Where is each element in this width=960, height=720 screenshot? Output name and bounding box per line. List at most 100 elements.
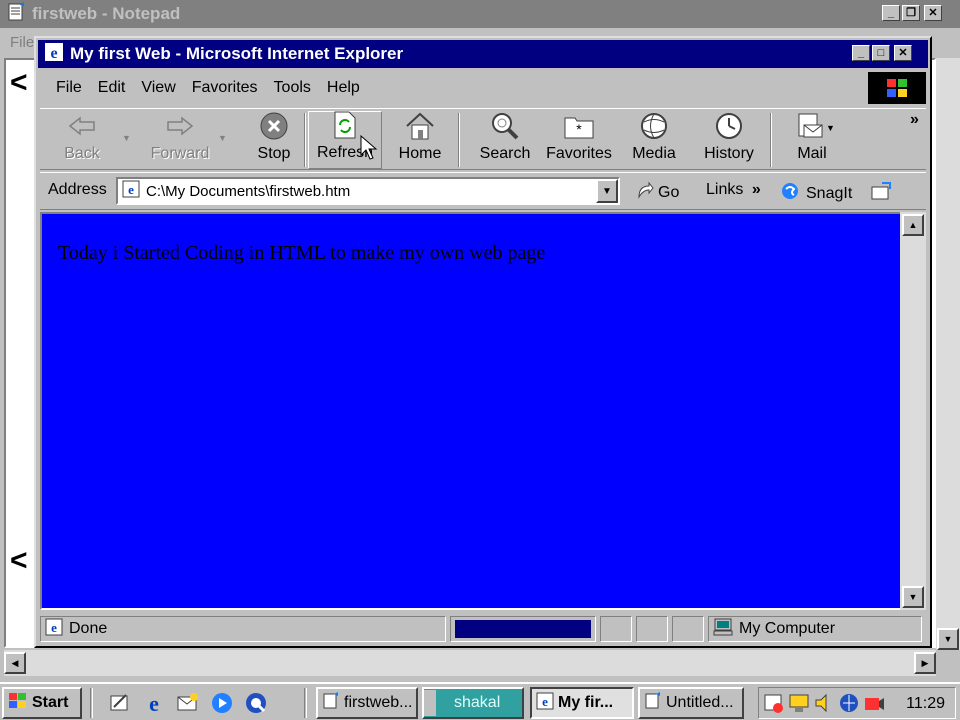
ie-title: My first Web - Microsoft Internet Explor…	[70, 44, 404, 63]
progress-panel	[450, 616, 596, 642]
scroll-right-arrow-icon[interactable]: ▶	[914, 652, 936, 674]
start-button[interactable]: Start	[2, 687, 82, 719]
address-input[interactable]: e C:\My Documents\firstweb.htm ▼	[116, 177, 620, 205]
ie-quicklaunch-icon[interactable]: e	[142, 691, 166, 715]
refresh-icon	[329, 110, 361, 140]
page-done-icon: e	[45, 618, 63, 641]
history-button[interactable]: History	[696, 111, 762, 169]
network-icon[interactable]	[838, 692, 860, 714]
back-arrow-icon	[66, 111, 98, 141]
scroll-left-arrow-icon[interactable]: ◀	[4, 652, 26, 674]
media-button[interactable]: Media	[624, 111, 684, 169]
window-icon	[424, 690, 436, 716]
page-body-text: Today i Started Coding in HTML to make m…	[58, 242, 546, 264]
ie-vertical-scrollbar[interactable]: ▲ ▼	[900, 212, 926, 610]
links-more-chevron[interactable]: »	[752, 181, 761, 198]
scroll-up-arrow-icon[interactable]: ▲	[902, 214, 924, 236]
notepad-icon	[322, 691, 340, 715]
scheduler-icon[interactable]	[763, 692, 785, 714]
my-computer-icon	[713, 618, 733, 641]
web-page-content[interactable]: Today i Started Coding in HTML to make m…	[40, 212, 904, 610]
home-icon	[404, 111, 436, 141]
status-bar: e Done My Computer	[40, 616, 926, 644]
favorites-button[interactable]: * Favorites	[544, 111, 614, 169]
page-icon: e	[122, 180, 140, 202]
menu-edit[interactable]: Edit	[92, 79, 136, 97]
windows-logo-icon	[868, 72, 926, 104]
address-label: Address	[48, 181, 107, 198]
menu-view[interactable]: View	[135, 79, 185, 97]
notepad-vertical-scrollbar[interactable]: ▼	[936, 58, 960, 650]
back-dropdown-icon[interactable]: ▼	[122, 133, 131, 143]
snagit-button[interactable]: SnagIt	[780, 181, 852, 206]
clock[interactable]: 11:29	[906, 695, 945, 713]
notepad-maximize-button[interactable]: ❐	[902, 5, 920, 21]
status-empty-panel	[672, 616, 704, 642]
task-notepad-untitled[interactable]: Untitled...	[638, 687, 744, 719]
media-player-icon[interactable]	[210, 691, 234, 715]
history-clock-icon	[713, 111, 745, 141]
back-button[interactable]: Back	[52, 111, 112, 169]
monitor-icon[interactable]	[788, 692, 810, 714]
address-bar: Address e C:\My Documents\firstweb.htm ▼…	[40, 172, 926, 210]
show-desktop-icon[interactable]	[108, 691, 132, 715]
menu-help[interactable]: Help	[321, 79, 370, 97]
mail-dropdown-icon[interactable]: ▼	[826, 123, 835, 133]
address-dropdown-icon[interactable]: ▼	[596, 179, 618, 203]
stop-icon	[258, 111, 290, 141]
windows-flag-icon	[8, 692, 28, 715]
ie-maximize-button[interactable]: □	[872, 45, 890, 61]
task-notepad-firstweb[interactable]: firstweb...	[316, 687, 418, 719]
status-text-panel: e Done	[40, 616, 446, 642]
menu-favorites[interactable]: Favorites	[186, 79, 268, 97]
scroll-down-arrow-icon[interactable]: ▼	[937, 628, 959, 650]
notepad-horizontal-scrollbar[interactable]: ◀ ▶	[4, 650, 936, 676]
notepad-text-line: <	[10, 66, 28, 99]
svg-text:e: e	[128, 182, 134, 197]
notepad-close-button[interactable]: ✕	[924, 5, 942, 21]
notepad-title-bar[interactable]: firstweb - Notepad	[0, 0, 960, 28]
go-arrow-icon	[636, 181, 654, 204]
search-icon	[489, 111, 521, 141]
taskbar: Start e firstweb... shakal e My fir... U…	[0, 682, 960, 720]
ie-window: e My first Web - Microsoft Internet Expl…	[34, 36, 932, 648]
outlook-express-icon[interactable]	[176, 691, 200, 715]
mouse-cursor-icon	[360, 134, 378, 166]
search-button[interactable]: Search	[470, 111, 540, 169]
mail-icon	[796, 111, 828, 141]
volume-icon[interactable]	[813, 692, 835, 714]
capture-icon[interactable]	[863, 692, 885, 714]
svg-text:*: *	[576, 121, 582, 137]
notepad-text-line: <	[10, 544, 28, 577]
ie-close-button[interactable]: ✕	[894, 45, 912, 61]
menu-tools[interactable]: Tools	[268, 79, 321, 97]
ie-icon: e	[536, 692, 554, 715]
svg-text:e: e	[51, 620, 57, 635]
progress-bar	[455, 620, 591, 638]
address-value: C:\My Documents\firstweb.htm	[146, 182, 351, 200]
status-empty-panel	[636, 616, 668, 642]
forward-button[interactable]: Forward	[144, 111, 216, 169]
notepad-icon	[6, 1, 26, 27]
toolbar-more-chevron[interactable]: »	[910, 111, 919, 129]
stop-button[interactable]: Stop	[246, 111, 302, 169]
scroll-down-arrow-icon[interactable]: ▼	[902, 586, 924, 608]
svg-text:e: e	[50, 45, 57, 62]
mail-button[interactable]: Mail	[784, 111, 840, 169]
snagit-capture-icon[interactable]	[870, 181, 892, 206]
notepad-minimize-button[interactable]: _	[882, 5, 900, 21]
ie-title-bar[interactable]: e My first Web - Microsoft Internet Expl…	[38, 40, 928, 68]
forward-dropdown-icon[interactable]: ▼	[218, 133, 227, 143]
ie-standard-toolbar: Back ▼ Forward ▼ Stop Refresh Home Searc…	[40, 108, 926, 170]
menu-file[interactable]: File	[50, 79, 92, 97]
go-button[interactable]: Go	[636, 181, 679, 204]
home-button[interactable]: Home	[390, 111, 450, 169]
links-button[interactable]: Links »	[706, 181, 761, 199]
task-ie-my-first-web[interactable]: e My fir...	[530, 687, 634, 719]
notepad-menu-file[interactable]: File	[10, 34, 34, 51]
task-shakal[interactable]: shakal	[422, 687, 524, 719]
ie-minimize-button[interactable]: _	[852, 45, 870, 61]
svg-text:e: e	[149, 691, 159, 715]
media-globe-icon	[638, 111, 670, 141]
quicktime-icon[interactable]	[244, 691, 268, 715]
